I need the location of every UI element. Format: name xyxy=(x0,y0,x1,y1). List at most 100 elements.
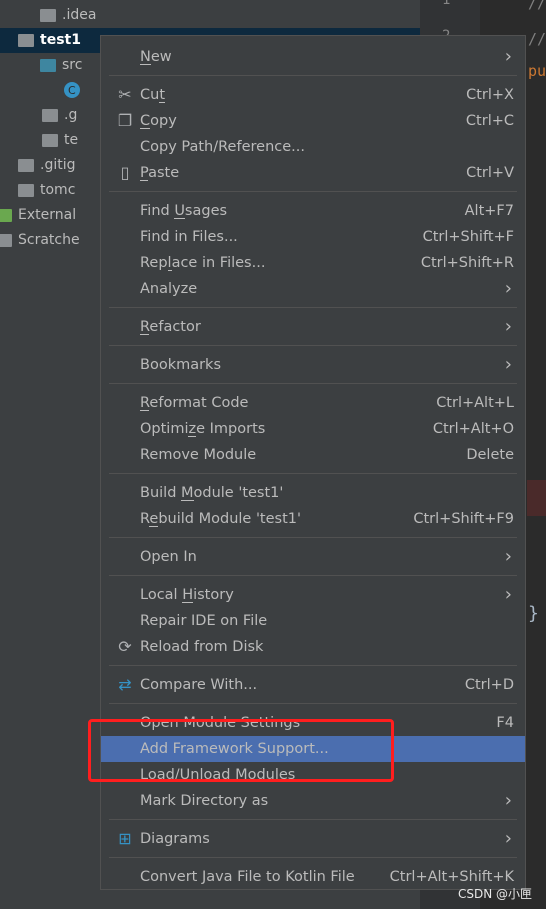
watermark: CSDN @小匣 xyxy=(457,887,532,901)
menu-separator xyxy=(101,660,525,672)
menu-item-analyze[interactable]: Analyze › xyxy=(101,276,525,302)
menu-item-shortcut: Ctrl+Alt+O xyxy=(432,421,514,437)
menu-item-remove-module[interactable]: Remove Module Delete xyxy=(101,442,525,468)
menu-item-label: Find Usages xyxy=(140,203,228,219)
menu-item-label: Optimize Imports xyxy=(140,421,266,437)
menu-item-shortcut: Delete xyxy=(466,447,514,463)
menu-item-build-module-test1[interactable]: Build Module 'test1' xyxy=(101,480,525,506)
menu-separator xyxy=(101,186,525,198)
chevron-right-icon: › xyxy=(504,316,512,337)
reload-icon: ⟳ xyxy=(118,637,132,656)
menu-item-label: Remove Module xyxy=(140,447,257,463)
tree-item-label: .g xyxy=(64,107,78,123)
chevron-right-icon: › xyxy=(504,790,512,811)
chevron-right-icon: › xyxy=(504,46,512,67)
menu-item-label: Bookmarks xyxy=(140,357,222,373)
menu-item-mark-directory-as[interactable]: Mark Directory as › xyxy=(101,788,525,814)
menu-item-open-in[interactable]: Open In › xyxy=(101,544,525,570)
menu-item-optimize-imports[interactable]: Optimize Imports Ctrl+Alt+O xyxy=(101,416,525,442)
menu-item-label: Copy Path/Reference... xyxy=(140,139,305,155)
file-icon xyxy=(18,184,34,197)
menu-separator xyxy=(101,852,525,864)
tree-item-label: .gitig xyxy=(40,157,76,173)
scratches-icon xyxy=(0,234,12,247)
mnemonic-underline xyxy=(159,102,165,103)
menu-item-copy[interactable]: ❐ Copy Ctrl+C xyxy=(101,108,525,134)
ignored-file-icon xyxy=(42,109,58,122)
menu-item-diagrams[interactable]: ⊞ Diagrams › xyxy=(101,826,525,852)
menu-item-label: Cut xyxy=(140,87,165,103)
menu-item-find-usages[interactable]: Find Usages Alt+F7 xyxy=(101,198,525,224)
mnemonic-underline xyxy=(182,602,194,603)
menu-item-shortcut: Alt+F7 xyxy=(464,203,514,219)
menu-item-refactor[interactable]: Refactor › xyxy=(101,314,525,340)
tree-item-label: test1 xyxy=(40,32,81,48)
clipboard-icon: ▯ xyxy=(120,163,130,182)
mnemonic-underline xyxy=(140,128,151,129)
menu-separator xyxy=(101,698,525,710)
mnemonic-underline xyxy=(140,64,151,65)
diagram-icon: ⊞ xyxy=(118,829,132,848)
menu-item-label: Mark Directory as xyxy=(140,793,269,809)
menu-item-label: Refactor xyxy=(140,319,201,335)
menu-item-shortcut: Ctrl+X xyxy=(466,87,514,103)
chevron-right-icon: › xyxy=(504,584,512,605)
annotation-highlight-box xyxy=(88,719,394,782)
libraries-icon xyxy=(0,209,12,222)
menu-item-shortcut: Ctrl+C xyxy=(465,113,514,129)
menu-item-label: New xyxy=(140,49,172,65)
menu-item-repair-ide-on-file[interactable]: Repair IDE on File xyxy=(101,608,525,634)
mnemonic-underline xyxy=(140,180,149,181)
menu-item-label: Diagrams xyxy=(140,831,210,847)
tree-item-label: C xyxy=(68,84,76,97)
menu-item-label: Local History xyxy=(140,587,234,603)
menu-item-replace-in-files[interactable]: Replace in Files... Ctrl+Shift+R xyxy=(101,250,525,276)
chevron-right-icon: › xyxy=(504,354,512,375)
chevron-right-icon: › xyxy=(504,278,512,299)
menu-item-find-in-files[interactable]: Find in Files... Ctrl+Shift+F xyxy=(101,224,525,250)
menu-separator xyxy=(101,302,525,314)
mnemonic-underline xyxy=(188,436,197,437)
menu-item-local-history[interactable]: Local History › xyxy=(101,582,525,608)
tree-item-label: te xyxy=(64,132,79,148)
menu-separator xyxy=(101,814,525,826)
tree-item-label: tomc xyxy=(40,182,76,198)
menu-item-label: Find in Files... xyxy=(140,229,238,245)
tree-item-idea[interactable]: ›.idea xyxy=(0,3,420,28)
chevron-right-icon: › xyxy=(504,828,512,849)
menu-item-shortcut: Ctrl+V xyxy=(466,165,514,181)
menu-item-label: Reformat Code xyxy=(140,395,249,411)
mnemonic-underline xyxy=(140,334,150,335)
menu-item-label: Copy xyxy=(140,113,177,129)
menu-item-rebuild-module-test1[interactable]: Rebuild Module 'test1' Ctrl+Shift+F9 xyxy=(101,506,525,532)
tree-item-label: src xyxy=(62,57,83,73)
menu-separator xyxy=(101,340,525,352)
menu-item-reformat-code[interactable]: Reformat Code Ctrl+Alt+L xyxy=(101,390,525,416)
source-folder-icon xyxy=(40,59,56,72)
menu-item-compare-with[interactable]: ⇄ Compare With... Ctrl+D xyxy=(101,672,525,698)
code-comment: // xyxy=(528,0,546,12)
ignored-file-icon xyxy=(18,159,34,172)
menu-item-label: Convert Java File to Kotlin File xyxy=(140,869,355,885)
menu-item-shortcut: Ctrl+Alt+L xyxy=(436,395,514,411)
menu-item-cut[interactable]: ✂ Cut Ctrl+X xyxy=(101,82,525,108)
file-icon xyxy=(42,134,58,147)
code-comment: // xyxy=(528,30,546,48)
menu-item-bookmarks[interactable]: Bookmarks › xyxy=(101,352,525,378)
menu-item-paste[interactable]: ▯ Paste Ctrl+V xyxy=(101,160,525,186)
menu-item-label: Rebuild Module 'test1' xyxy=(140,511,301,527)
menu-item-label: Build Module 'test1' xyxy=(140,485,284,501)
mnemonic-underline xyxy=(167,270,172,271)
code-keyword: pu xyxy=(528,62,546,80)
menu-item-new[interactable]: New › xyxy=(101,44,525,70)
menu-item-reload-from-disk[interactable]: ⟳ Reload from Disk xyxy=(101,634,525,660)
menu-separator xyxy=(101,468,525,480)
menu-separator xyxy=(101,70,525,82)
menu-item-label: Compare With... xyxy=(140,677,258,693)
mnemonic-underline xyxy=(140,410,150,411)
line-number: 1 xyxy=(442,0,451,8)
menu-item-label: Open In xyxy=(140,549,197,565)
tree-item-label: Scratche xyxy=(18,232,80,248)
scissors-icon: ✂ xyxy=(118,85,132,104)
menu-item-copy-path-reference[interactable]: Copy Path/Reference... xyxy=(101,134,525,160)
